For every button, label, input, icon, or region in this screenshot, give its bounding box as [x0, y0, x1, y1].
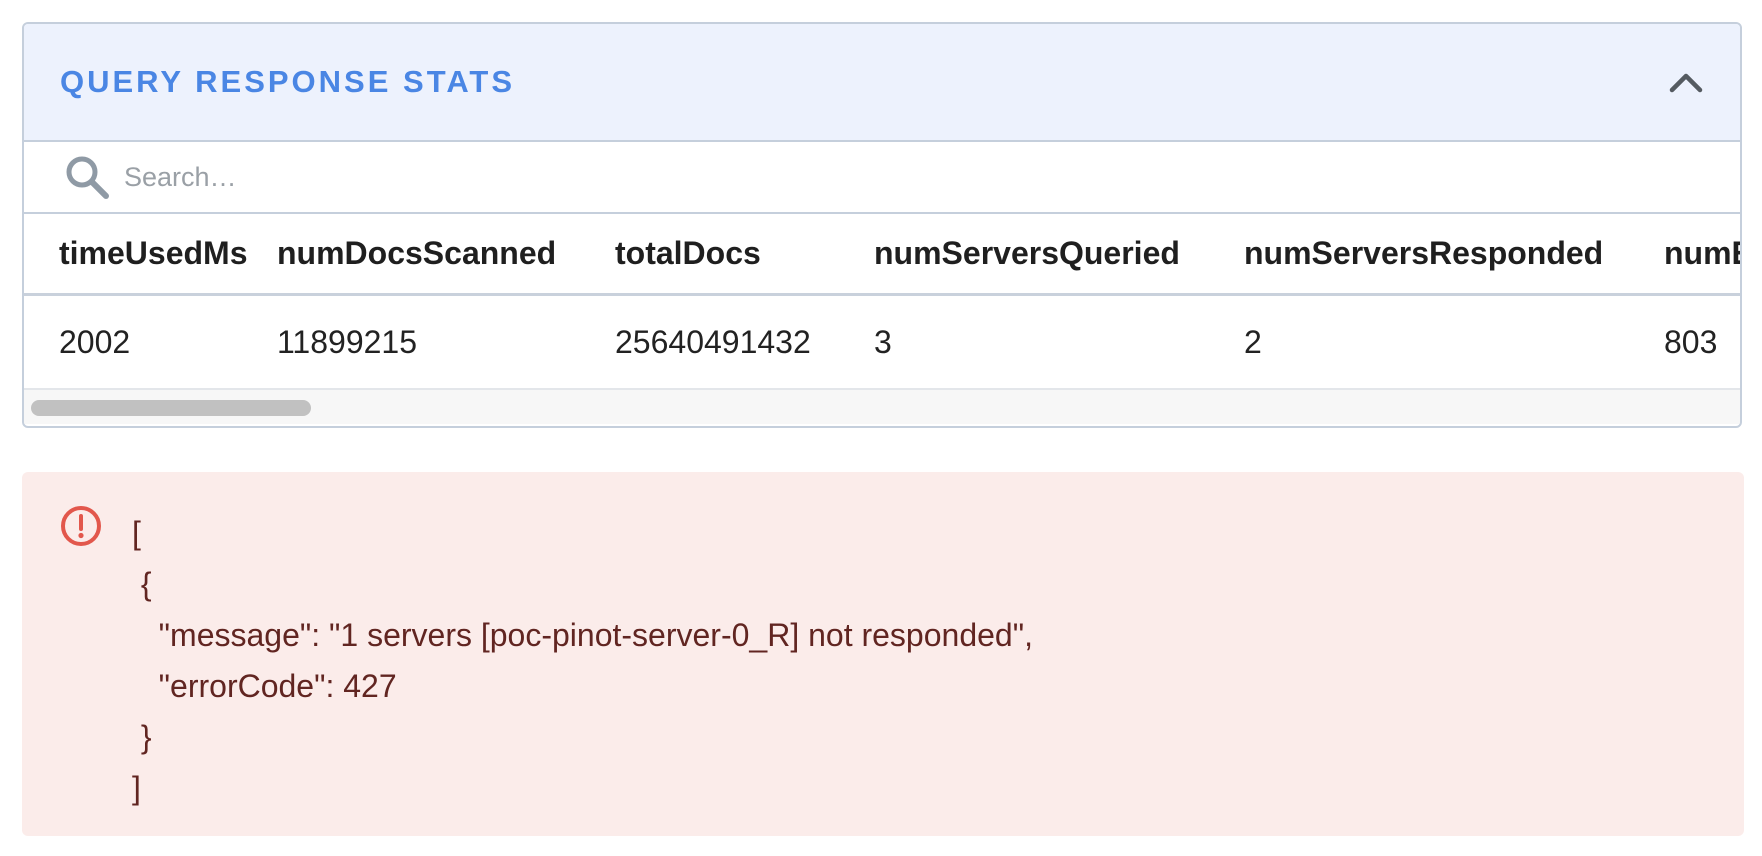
column-header-totalDocs[interactable]: totalDocs [615, 235, 874, 272]
column-header-numServersQueried[interactable]: numServersQueried [874, 235, 1244, 272]
column-header-numEntriesScannedInFilter[interactable]: numEntriesScannedInFilter [1664, 235, 1740, 272]
column-header-numDocsScanned[interactable]: numDocsScanned [277, 235, 615, 272]
table-cell: 2002 [59, 323, 131, 360]
table-cell: 803 [1664, 323, 1718, 360]
column-header-timeUsedMs[interactable]: timeUsedMs [24, 235, 277, 272]
collapse-button[interactable] [1666, 62, 1706, 102]
table-cell: 2 [1244, 323, 1262, 360]
stats-table: timeUsedMs numDocsScanned totalDocs numS… [24, 214, 1740, 424]
chevron-up-icon [1669, 73, 1703, 93]
table-header-row: timeUsedMs numDocsScanned totalDocs numS… [24, 214, 1740, 296]
table-cell: 3 [874, 323, 892, 360]
search-bar [24, 142, 1740, 214]
error-message: [ { "message": "1 servers [poc-pinot-ser… [132, 515, 1033, 806]
scrollbar-thumb[interactable] [31, 400, 311, 416]
column-header-numServersResponded[interactable]: numServersResponded [1244, 235, 1664, 272]
horizontal-scrollbar[interactable] [24, 390, 1740, 424]
panel-title: QUERY RESPONSE STATS [60, 64, 516, 99]
table-cell: 11899215 [277, 323, 417, 360]
error-alert: [ { "message": "1 servers [poc-pinot-ser… [22, 472, 1744, 836]
table-cell: 25640491432 [615, 323, 811, 360]
search-input[interactable] [124, 161, 1624, 193]
error-circle-icon [61, 506, 101, 546]
panel-header[interactable]: QUERY RESPONSE STATS [24, 24, 1740, 142]
table-row: 2002 11899215 25640491432 3 2 803 [24, 296, 1740, 390]
search-icon [66, 156, 109, 199]
query-response-stats-panel: QUERY RESPONSE STATS timeUsedMs numDocsS… [22, 22, 1742, 428]
